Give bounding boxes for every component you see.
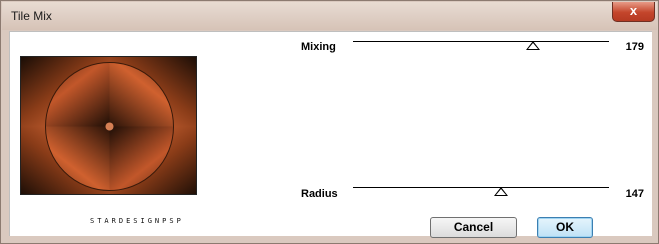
ok-button[interactable]: OK: [537, 217, 593, 238]
close-icon: x: [629, 3, 638, 18]
radius-value: 147: [625, 188, 644, 200]
cancel-button[interactable]: Cancel: [430, 217, 517, 238]
mixing-value: 179: [625, 41, 644, 53]
dialog-body: STARDESIGNPSP Mixing 179 Radius 147 Canc…: [9, 31, 652, 238]
radius-slider-track[interactable]: [353, 187, 609, 188]
radius-slider-thumb[interactable]: [493, 187, 508, 196]
radius-label: Radius: [301, 188, 338, 200]
mixing-slider-thumb[interactable]: [525, 41, 540, 50]
credit-text: STARDESIGNPSP: [90, 217, 184, 225]
tile-preview-graphic: [21, 57, 196, 194]
mixing-label: Mixing: [301, 41, 336, 53]
window-title: Tile Mix: [11, 9, 52, 23]
preview-image: [20, 56, 197, 195]
title-bar[interactable]: Tile Mix x: [2, 2, 657, 30]
mixing-slider-track[interactable]: [353, 41, 609, 42]
close-button[interactable]: x: [612, 2, 655, 22]
tile-mix-dialog: Tile Mix x STARDESIGNPSP Mixing 179 Radi…: [0, 0, 659, 244]
